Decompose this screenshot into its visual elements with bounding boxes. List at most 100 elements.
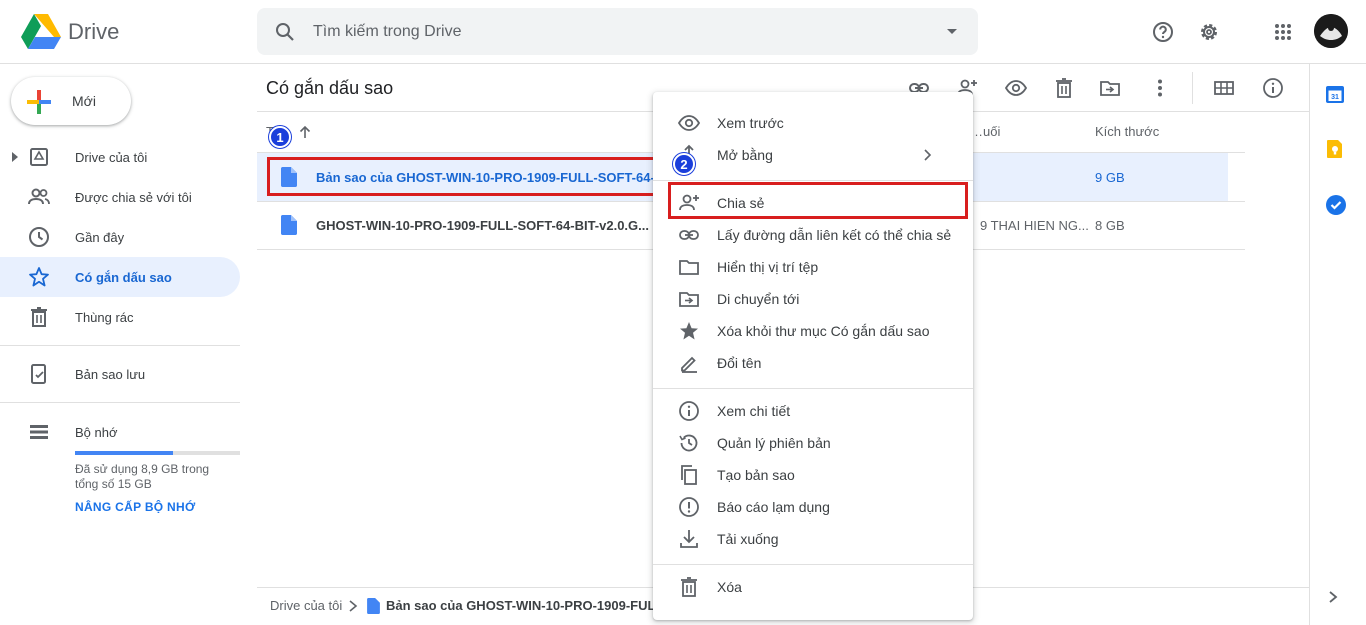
search-options-icon[interactable] [942, 21, 962, 41]
storage-progress-fill [75, 451, 173, 455]
annotation-highlight-share [668, 182, 968, 219]
annotation-highlight-file [267, 157, 658, 196]
menu-divider [653, 388, 973, 389]
rename-icon [677, 351, 701, 375]
sidebar-item-label: Có gắn dấu sao [75, 270, 172, 285]
menu-item-label: Tải xuống [717, 531, 779, 547]
plus-icon [25, 88, 53, 116]
sidebar-item-label: Gần đây [75, 230, 125, 245]
sidebar-item-recent[interactable]: Gần đây [0, 217, 240, 257]
sidebar-item-label: Bộ nhớ [75, 425, 118, 440]
recent-icon [27, 225, 51, 249]
menu-item-label: Xem chi tiết [717, 403, 791, 419]
new-button[interactable]: Mới [11, 77, 131, 125]
trash-icon [27, 305, 51, 329]
doc-file-icon [281, 215, 297, 235]
menu-item-label: Xem trước [717, 115, 784, 131]
report-icon [677, 495, 701, 519]
grid-view-icon[interactable] [1208, 72, 1240, 104]
sidebar-divider [0, 402, 240, 403]
sidebar-item-label: Được chia sẻ với tôi [75, 190, 192, 205]
menu-item-open-with[interactable]: Mở bằng [653, 139, 973, 171]
apps-icon[interactable] [1267, 16, 1299, 48]
menu-item-remove[interactable]: Xóa [653, 571, 973, 603]
submenu-chevron-icon [921, 148, 935, 162]
sidebar-item-my-drive[interactable]: Drive của tôi [0, 137, 240, 177]
folder-icon [677, 255, 701, 279]
search-icon[interactable] [273, 20, 297, 44]
breadcrumb-root[interactable]: Drive của tôi [270, 598, 342, 613]
expand-caret-icon[interactable] [11, 152, 19, 162]
menu-item-label: Xóa [717, 579, 742, 595]
file-size: 8 GB [1095, 218, 1125, 233]
menu-item-label: Đổi tên [717, 355, 762, 371]
download-icon [677, 527, 701, 551]
info-icon [677, 399, 701, 423]
storage-progress-bar [75, 451, 240, 455]
more-actions-icon[interactable] [1144, 72, 1176, 104]
menu-item-label: Di chuyển tới [717, 291, 800, 307]
calendar-icon[interactable]: 31 [1325, 84, 1345, 104]
breadcrumb-current[interactable]: Bản sao của GHOST-WIN-10-PRO-1909-FULL..… [386, 598, 674, 613]
delete-icon[interactable] [1048, 72, 1080, 104]
column-header-modified[interactable]: …uối [970, 124, 1000, 139]
doc-file-icon [367, 598, 380, 614]
link-icon [677, 223, 701, 247]
file-owner: 9 THAI HIEN NG... [980, 218, 1089, 233]
menu-item-move-to[interactable]: Di chuyển tới [653, 283, 973, 315]
context-menu: Xem trước Mở bằng Chia sẻ Lấy đường dẫn … [653, 92, 973, 620]
sidebar-item-backups[interactable]: Bản sao lưu [0, 354, 240, 394]
menu-item-preview[interactable]: Xem trước [653, 107, 973, 139]
menu-item-show-location[interactable]: Hiển thị vị trí tệp [653, 251, 973, 283]
menu-item-label: Quản lý phiên bản [717, 435, 831, 451]
keep-icon[interactable] [1325, 139, 1345, 159]
menu-item-download[interactable]: Tải xuống [653, 523, 973, 555]
step-badge-1: 1 [269, 126, 291, 148]
sidebar-item-label: Bản sao lưu [75, 367, 146, 382]
menu-item-manage-versions[interactable]: Quản lý phiên bản [653, 427, 973, 459]
menu-item-make-copy[interactable]: Tạo bản sao [653, 459, 973, 491]
star-filled-icon [677, 319, 701, 343]
menu-item-label: Xóa khỏi thư mục Có gắn dấu sao [717, 323, 930, 339]
storage-usage-text: Đã sử dụng 8,9 GB trong tổng số 15 GB [75, 462, 210, 491]
menu-item-report-abuse[interactable]: Báo cáo lạm dụng [653, 491, 973, 523]
sidebar-item-trash[interactable]: Thùng rác [0, 297, 240, 337]
side-panel-divider [1309, 64, 1310, 625]
menu-item-label: Tạo bản sao [717, 467, 795, 483]
move-to-icon[interactable] [1094, 72, 1126, 104]
preview-icon[interactable] [1000, 72, 1032, 104]
expand-panel-chevron-icon[interactable] [1325, 589, 1341, 605]
menu-item-label: Hiển thị vị trí tệp [717, 259, 819, 275]
chevron-right-icon [346, 598, 360, 614]
menu-item-label: Lấy đường dẫn liên kết có thể chia sẻ [717, 227, 952, 243]
account-avatar[interactable] [1314, 14, 1348, 48]
app-name[interactable]: Drive [68, 19, 119, 45]
settings-icon[interactable] [1193, 16, 1225, 48]
copy-icon [677, 463, 701, 487]
search-input[interactable]: Tìm kiếm trong Drive [313, 23, 461, 41]
help-icon[interactable] [1147, 16, 1179, 48]
upgrade-storage-link[interactable]: NÂNG CẤP BỘ NHỚ [75, 500, 196, 514]
sidebar-item-starred[interactable]: Có gắn dấu sao [0, 257, 240, 297]
sidebar-item-storage[interactable]: Bộ nhớ [0, 412, 240, 452]
menu-item-get-link[interactable]: Lấy đường dẫn liên kết có thể chia sẻ [653, 219, 973, 251]
file-name: GHOST-WIN-10-PRO-1909-FULL-SOFT-64-BIT-v… [316, 218, 649, 233]
tasks-icon[interactable] [1325, 194, 1347, 216]
star-icon [27, 265, 51, 289]
sort-arrow-up-icon[interactable] [297, 124, 313, 140]
toolbar-separator [1192, 72, 1193, 104]
svg-text:31: 31 [1331, 94, 1339, 101]
new-button-label: Mới [72, 93, 96, 109]
page-title: Có gắn dấu sao [266, 78, 394, 98]
backup-icon [27, 362, 51, 386]
details-info-icon[interactable] [1257, 72, 1289, 104]
step-badge-2: 2 [673, 153, 695, 175]
sidebar-item-shared[interactable]: Được chia sẻ với tôi [0, 177, 240, 217]
menu-item-remove-star[interactable]: Xóa khỏi thư mục Có gắn dấu sao [653, 315, 973, 347]
move-icon [677, 287, 701, 311]
search-bar[interactable]: Tìm kiếm trong Drive [257, 8, 978, 55]
column-header-size[interactable]: Kích thước [1095, 124, 1159, 139]
menu-item-rename[interactable]: Đổi tên [653, 347, 973, 379]
menu-item-details[interactable]: Xem chi tiết [653, 395, 973, 427]
drive-logo-icon[interactable] [21, 14, 61, 50]
